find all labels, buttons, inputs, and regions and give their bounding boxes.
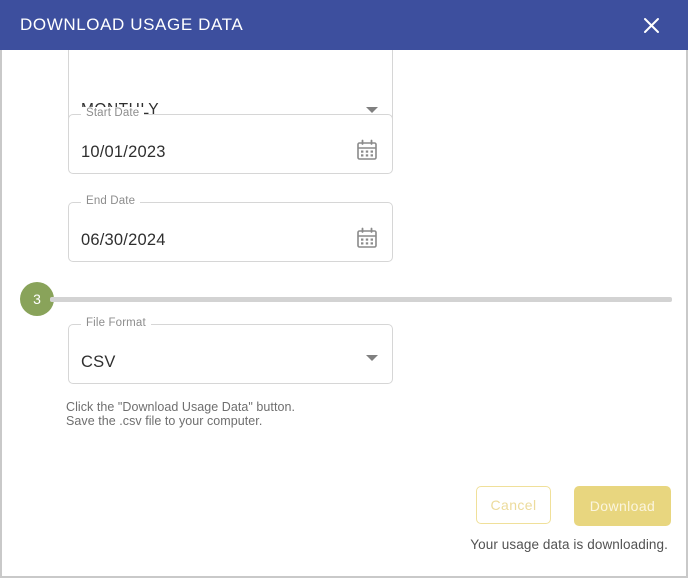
close-icon-glyph bbox=[643, 17, 660, 34]
download-usage-data-dialog: DOWNLOAD USAGE DATA MONTHLY Start Date 1… bbox=[0, 0, 688, 578]
end-date-field[interactable]: End Date 06/30/2024 bbox=[68, 202, 393, 262]
download-button[interactable]: Download bbox=[574, 486, 671, 526]
instructions-line-2: Save the .csv file to your computer. bbox=[66, 415, 295, 429]
chevron-down-icon bbox=[366, 355, 378, 361]
download-status-text: Your usage data is downloading. bbox=[470, 537, 668, 552]
calendar-icon-glyph bbox=[356, 227, 378, 249]
step-indicator-row: 3 bbox=[2, 282, 688, 320]
instructions-line-1: Click the "Download Usage Data" button. bbox=[66, 401, 295, 415]
file-format-value: CSV bbox=[81, 353, 116, 372]
cancel-button[interactable]: Cancel bbox=[476, 486, 551, 524]
file-format-select[interactable]: File Format CSV bbox=[68, 324, 393, 384]
chevron-down-icon bbox=[366, 107, 378, 113]
dialog-header: DOWNLOAD USAGE DATA bbox=[0, 0, 688, 50]
dialog-actions: Cancel Download bbox=[2, 486, 688, 530]
end-date-label: End Date bbox=[81, 195, 140, 207]
dialog-body: MONTHLY Start Date 10/01/2023 bbox=[0, 50, 688, 578]
start-date-field[interactable]: Start Date 10/01/2023 bbox=[68, 114, 393, 174]
start-date-label: Start Date bbox=[81, 107, 144, 119]
file-format-label: File Format bbox=[81, 317, 151, 329]
calendar-icon-glyph bbox=[356, 139, 378, 161]
instructions-text: Click the "Download Usage Data" button. … bbox=[66, 401, 295, 428]
calendar-icon[interactable] bbox=[356, 139, 378, 161]
step-badge-3: 3 bbox=[20, 282, 54, 316]
dialog-title: DOWNLOAD USAGE DATA bbox=[20, 15, 243, 35]
step-divider-line bbox=[50, 297, 672, 302]
calendar-icon[interactable] bbox=[356, 227, 378, 249]
start-date-value: 10/01/2023 bbox=[81, 143, 166, 162]
end-date-value: 06/30/2024 bbox=[81, 231, 166, 250]
close-icon[interactable] bbox=[638, 12, 664, 38]
